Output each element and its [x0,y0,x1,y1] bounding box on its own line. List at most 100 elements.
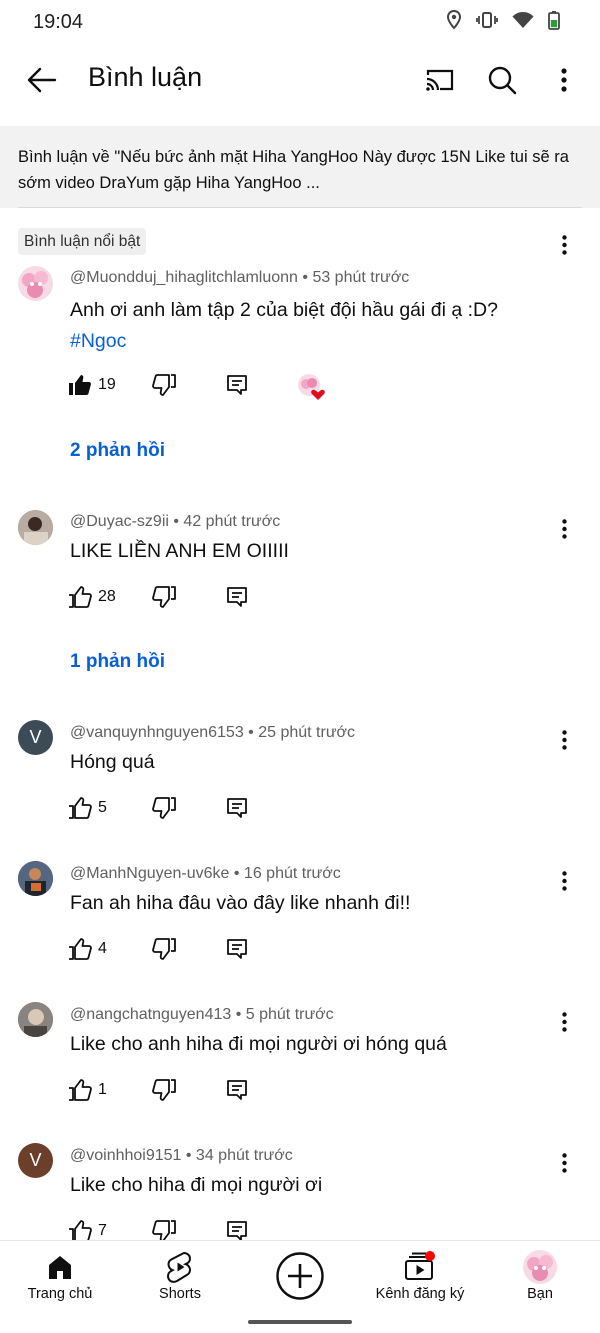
dislike-button[interactable] [152,374,176,401]
thumbs-up-icon [69,1220,92,1242]
more-vertical-icon [561,871,567,891]
thumbs-up-icon [69,938,92,960]
nav-subscriptions[interactable]: Kênh đăng ký [360,1241,480,1321]
nav-home[interactable]: Trang chủ [0,1241,120,1321]
wifi-icon [512,12,534,28]
avatar[interactable] [18,510,53,545]
more-vertical-icon [561,1012,567,1032]
creator-heart-icon [298,374,325,400]
view-replies-link[interactable]: 2 phản hồi [70,440,165,462]
cast-button[interactable] [418,58,462,102]
comment-text: Anh ơi anh làm tập 2 của biệt đội hầu gá… [70,299,498,321]
comment-text: LIKE LIỀN ANH EM OIIIII [70,540,289,562]
video-context-banner[interactable]: Bình luận về "Nếu bức ảnh mặt Hiha YangH… [0,126,600,208]
like-button[interactable]: 28 [68,586,116,608]
like-button[interactable]: 7 [68,1220,107,1242]
dislike-button[interactable] [152,1079,176,1106]
overflow-menu-button[interactable] [542,58,586,102]
reply-comment-icon [227,798,247,818]
like-count: 28 [98,588,116,605]
avatar[interactable]: V [18,1143,53,1178]
reply-comment-icon [227,1080,247,1100]
thumbs-up-filled-icon [69,375,91,395]
back-button[interactable] [22,60,62,100]
subscriptions-icon [360,1251,480,1283]
more-vertical-icon [561,68,567,92]
dislike-button[interactable] [152,938,176,965]
comment-hashtag-link[interactable]: #Ngoc [70,330,126,353]
reply-button[interactable] [226,586,248,613]
reply-button[interactable] [226,797,248,824]
like-button[interactable]: 19 [68,374,116,396]
reply-comment-icon [227,1221,247,1241]
battery-icon [548,11,560,30]
thumbs-down-icon [152,1220,176,1242]
like-button[interactable]: 1 [68,1079,107,1101]
dislike-button[interactable] [152,797,176,824]
like-button[interactable]: 4 [68,938,107,960]
highlighted-comment-more-button[interactable] [548,227,580,263]
avatar[interactable]: V [18,720,53,755]
comment-meta: @ManhNguyen-uv6ke • 16 phút trước [70,865,341,882]
comment-meta: @nangchatnguyen413 • 5 phút trước [70,1006,334,1023]
like-count: 19 [98,376,116,393]
nav-you[interactable]: Bạn [480,1241,600,1321]
comment-text: Like cho hiha đi mọi người ơi [70,1174,323,1196]
avatar-letter: V [29,1150,42,1170]
nav-create[interactable] [240,1241,360,1321]
app-bar: Bình luận [0,44,600,116]
avatar[interactable] [18,1002,53,1037]
creator-heart-badge [296,372,328,407]
divider [18,207,582,208]
comment-meta: @Muondduj_hihaglitchlamluonn • 53 phút t… [70,269,410,286]
status-icons [446,10,560,30]
status-bar: 19:04 [0,0,600,44]
reply-button[interactable] [226,938,248,965]
like-count: 7 [98,1222,107,1239]
like-count: 5 [98,799,107,816]
more-vertical-icon [561,519,567,539]
comment-meta: @Duyac-sz9ii • 42 phút trước [70,513,281,530]
cast-icon [426,69,454,91]
comment-more-button[interactable] [548,863,580,899]
search-icon [488,66,517,95]
home-icon [0,1251,120,1283]
dislike-button[interactable] [152,586,176,613]
avatar-image [18,861,53,896]
comment-more-button[interactable] [548,511,580,547]
comment-more-button[interactable] [548,1145,580,1181]
create-icon [240,1251,360,1301]
like-count: 1 [98,1081,107,1098]
home-indicator[interactable] [248,1320,352,1324]
thumbs-up-icon [69,586,92,608]
more-vertical-icon [561,235,567,255]
avatar[interactable] [18,861,53,896]
reply-button[interactable] [226,374,248,401]
comment-more-button[interactable] [548,1004,580,1040]
thumbs-down-icon [152,938,176,960]
nav-label: Trang chủ [27,1286,93,1302]
like-button[interactable]: 5 [68,797,107,819]
avatar-image [18,1002,53,1037]
nav-label: Bạn [527,1286,553,1302]
status-time: 19:04 [33,11,84,33]
search-button[interactable] [480,58,524,102]
reply-button[interactable] [226,1079,248,1106]
page-title: Bình luận [88,62,203,92]
comment-text: Like cho anh hiha đi mọi người ơi hóng q… [70,1033,447,1055]
appbar-actions [418,58,586,102]
comment-meta: @voinhhoi9151 • 34 phút trước [70,1147,293,1164]
thumbs-down-icon [152,374,176,396]
shorts-icon [120,1251,240,1283]
comment-more-button[interactable] [548,722,580,758]
avatar[interactable] [18,266,53,301]
nav-label: Kênh đăng ký [375,1286,465,1302]
nav-shorts[interactable]: Shorts [120,1241,240,1321]
thumbs-down-icon [152,586,176,608]
like-count: 4 [98,940,107,957]
avatar-image [18,510,53,545]
view-replies-link[interactable]: 1 phản hồi [70,651,165,673]
highlighted-comment-chip: Bình luận nổi bật [18,228,147,255]
reply-comment-icon [227,587,247,607]
nav-label: Shorts [159,1286,201,1302]
